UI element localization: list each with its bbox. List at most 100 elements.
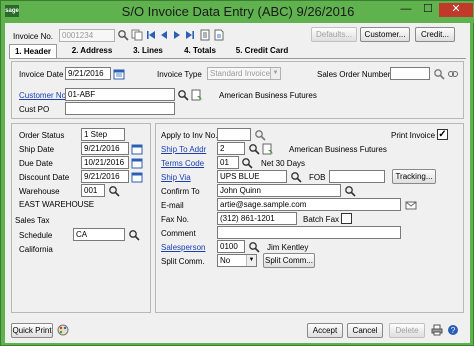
tab-lines[interactable]: 3. Lines <box>125 44 171 58</box>
order-status-input[interactable]: 1 Step <box>81 128 125 141</box>
tab-totals[interactable]: 4. Totals <box>177 44 223 58</box>
cancel-button[interactable]: Cancel <box>347 323 383 338</box>
invoice-no-label: Invoice No. <box>13 32 54 41</box>
schedule-input[interactable]: CA <box>73 228 125 241</box>
close-button[interactable]: ✕ <box>439 3 473 17</box>
salesperson-name: Jim Kentley <box>267 243 309 252</box>
next-record-icon[interactable] <box>171 29 183 41</box>
split-comm-button[interactable]: Split Comm... <box>263 253 315 268</box>
customer-maintenance-icon[interactable] <box>191 89 203 101</box>
delete-button[interactable]: Delete <box>389 323 425 338</box>
previous-record-icon[interactable] <box>158 29 170 41</box>
invoice-no-input[interactable]: 0001234 <box>59 29 115 42</box>
apply-inv-input[interactable] <box>217 128 251 141</box>
invoice-date-input[interactable]: 9/21/2016 <box>65 67 111 80</box>
credit-button[interactable]: Credit... <box>415 27 455 42</box>
calendar-icon[interactable] <box>131 157 143 169</box>
quick-print-button[interactable]: Quick Print <box>11 323 53 338</box>
envelope-icon[interactable] <box>405 199 417 211</box>
search-icon[interactable] <box>248 241 260 253</box>
minimize-button[interactable]: — <box>395 3 417 17</box>
customer-button[interactable]: Customer... <box>360 27 410 42</box>
link-icon[interactable] <box>447 68 459 80</box>
ship-via-link[interactable]: Ship Via <box>161 173 191 182</box>
warehouse-input[interactable]: 001 <box>81 184 105 197</box>
due-date-input[interactable]: 10/21/2016 <box>81 156 129 169</box>
search-icon[interactable] <box>177 89 189 101</box>
title-bar: sage S/O Invoice Data Entry (ABC) 9/26/2… <box>1 1 474 23</box>
copy-icon[interactable] <box>131 29 143 41</box>
sales-order-label: Sales Order Number <box>317 70 391 79</box>
salesperson-input[interactable]: 0100 <box>217 240 245 253</box>
cust-po-label: Cust PO <box>19 105 50 114</box>
tab-address[interactable]: 2. Address <box>67 44 117 58</box>
palette-icon[interactable] <box>57 324 69 336</box>
print-invoice-checkbox[interactable]: ✓ <box>437 129 448 140</box>
sales-order-input[interactable] <box>390 67 430 80</box>
main-panel: Invoice No. 0001234 Defaults... Customer… <box>5 23 470 343</box>
tab-header[interactable]: 1. Header <box>9 44 57 59</box>
apply-inv-label: Apply to Inv No. <box>161 131 218 140</box>
search-icon[interactable] <box>241 157 253 169</box>
search-icon[interactable] <box>117 29 129 41</box>
address-maintenance-icon[interactable] <box>262 143 274 155</box>
invoice-type-select[interactable]: Standard Invoice ▼ <box>207 67 281 80</box>
search-icon[interactable] <box>254 129 266 141</box>
terms-code-link[interactable]: Terms Code <box>161 159 204 168</box>
tracking-button[interactable]: Tracking... <box>392 169 436 184</box>
ship-to-input[interactable]: 2 <box>217 142 245 155</box>
invoice-date-label: Invoice Date <box>19 70 64 79</box>
email-input[interactable]: artie@sage.sample.com <box>217 198 401 211</box>
email-label: E-mail <box>161 201 184 210</box>
calendar-icon[interactable] <box>131 143 143 155</box>
schedule-name: California <box>19 245 53 254</box>
discount-date-input[interactable]: 9/21/2016 <box>81 170 129 183</box>
fax-input[interactable]: (312) 861-1201 <box>217 212 297 225</box>
cust-po-input[interactable] <box>65 102 175 115</box>
order-status-label: Order Status <box>19 131 65 140</box>
salesperson-link[interactable]: Salesperson <box>161 243 205 252</box>
printer-icon[interactable] <box>431 324 443 336</box>
customer-no-link[interactable]: Customer No. <box>19 91 68 100</box>
ship-date-input[interactable]: 9/21/2016 <box>81 142 129 155</box>
chevron-down-icon: ▼ <box>270 68 280 79</box>
last-record-icon[interactable] <box>184 29 196 41</box>
invoice-type-value: Standard Invoice <box>210 69 271 78</box>
batch-fax-checkbox[interactable] <box>341 213 352 224</box>
search-icon[interactable] <box>433 68 445 80</box>
fob-input[interactable] <box>329 170 385 183</box>
search-icon[interactable] <box>344 185 356 197</box>
customer-no-input[interactable]: 01-ABF <box>65 88 175 101</box>
comment-input[interactable] <box>217 226 401 239</box>
schedule-label: Schedule <box>19 231 53 240</box>
ship-to-link[interactable]: Ship To Addr <box>161 145 206 154</box>
help-icon[interactable]: ? <box>447 324 459 336</box>
memo-icon[interactable] <box>199 29 211 41</box>
tab-credit-card[interactable]: 5. Credit Card <box>231 44 293 58</box>
discount-date-label: Discount Date <box>19 173 70 182</box>
search-icon[interactable] <box>108 185 120 197</box>
svg-text:?: ? <box>451 326 456 335</box>
search-icon[interactable] <box>248 143 260 155</box>
calendar-icon[interactable] <box>113 68 125 80</box>
batch-fax-label: Batch Fax <box>303 215 340 224</box>
maximize-button[interactable]: ☐ <box>417 3 439 17</box>
terms-code-input[interactable]: 01 <box>217 156 239 169</box>
first-record-icon[interactable] <box>145 29 157 41</box>
confirm-to-input[interactable]: John Quinn <box>217 184 341 197</box>
document-icon[interactable] <box>213 29 225 41</box>
sales-tax-heading: Sales Tax <box>15 216 50 225</box>
ship-via-input[interactable]: UPS BLUE <box>217 170 287 183</box>
comment-label: Comment <box>161 229 196 238</box>
defaults-button[interactable]: Defaults... <box>311 27 357 42</box>
accept-button[interactable]: Accept <box>307 323 343 338</box>
search-icon[interactable] <box>290 171 302 183</box>
search-icon[interactable] <box>128 229 140 241</box>
split-comm-select[interactable]: No ▼ <box>217 254 257 267</box>
window-frame: sage S/O Invoice Data Entry (ABC) 9/26/2… <box>0 0 474 346</box>
confirm-to-label: Confirm To <box>161 187 200 196</box>
calendar-icon[interactable] <box>131 171 143 183</box>
ship-date-label: Ship Date <box>19 145 55 154</box>
warehouse-name: EAST WAREHOUSE <box>19 200 95 209</box>
terms-name: Net 30 Days <box>261 159 306 168</box>
